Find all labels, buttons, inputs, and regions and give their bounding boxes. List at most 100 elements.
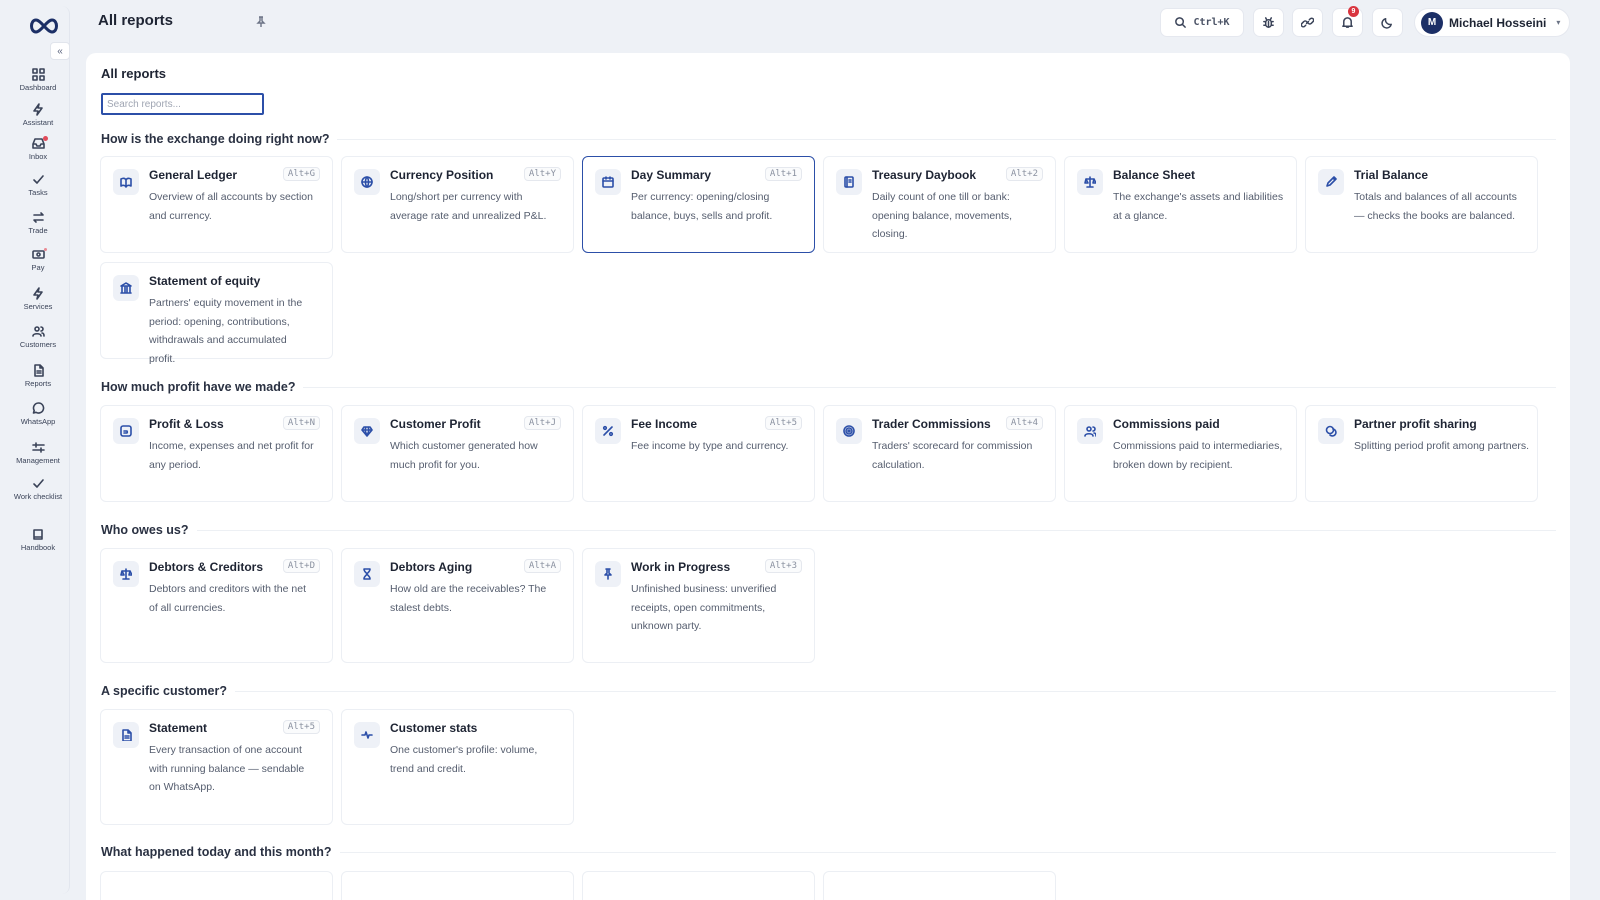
- target-icon: [836, 418, 862, 444]
- divider: [303, 386, 1556, 388]
- file-icon: [33, 364, 44, 377]
- reports-panel: All reports How is the exchange doing ri…: [86, 53, 1570, 900]
- swap-icon: [32, 212, 44, 223]
- sidebar-item-whatsapp[interactable]: WhatsApp: [6, 402, 70, 426]
- report-title: Debtors Aging: [390, 560, 473, 574]
- section-title: What happened today and this month?: [101, 845, 332, 859]
- sidebar-item-assistant[interactable]: Assistant: [6, 103, 70, 127]
- chevron-down-icon: ▾: [1556, 18, 1561, 27]
- keyboard-shortcut: Alt+A: [523, 559, 561, 573]
- report-card-statement-of-equity[interactable]: Statement of equity Partners' equity move…: [100, 262, 333, 365]
- report-card-debtors-creditors[interactable]: Debtors & Creditors Debtors and creditors…: [100, 548, 333, 663]
- report-description: The exchange's assets and liabilities at…: [1113, 191, 1284, 222]
- sidebar-item-label: Trade: [28, 226, 48, 235]
- keyboard-shortcut: Alt+N: [282, 416, 320, 430]
- report-description: One customer's profile: volume, trend an…: [390, 744, 538, 775]
- report-card-balance-sheet[interactable]: Balance Sheet The exchange's assets and l…: [1064, 156, 1297, 253]
- report-description: Income, expenses and net profit for any …: [149, 440, 314, 471]
- pulse-icon: [354, 722, 380, 748]
- report-description: Debtors and creditors with the net of al…: [149, 583, 306, 614]
- calendar-icon: [595, 169, 621, 195]
- collapse-sidebar-button[interactable]: «: [50, 42, 70, 60]
- report-description: Partners' equity movement in the period:…: [149, 297, 303, 365]
- report-description: Every transaction of one account with ru…: [149, 744, 305, 793]
- sidebar-item-tasks[interactable]: Tasks: [6, 173, 70, 197]
- moon-icon: [1381, 18, 1392, 29]
- divider: [234, 690, 1556, 692]
- user-menu-button[interactable]: M Michael Hosseini ▾: [1414, 8, 1570, 37]
- report-description: Splitting period profit among partners.: [1354, 440, 1530, 452]
- report-card-currency-position[interactable]: Currency Position Long/short per currency…: [341, 156, 574, 253]
- sliders-icon: [31, 442, 45, 453]
- report-title: Statement of equity: [149, 274, 261, 288]
- report-card-partner-profit-sharing[interactable]: Partner profit sharing Splitting period p…: [1305, 405, 1538, 502]
- global-search-button[interactable]: Ctrl+K: [1160, 8, 1244, 37]
- cash-icon: [31, 250, 45, 259]
- report-card-partial[interactable]: [823, 871, 1056, 900]
- report-card-profit-loss[interactable]: Profit & Loss Income, expenses and net pr…: [100, 405, 333, 502]
- report-description: Per currency: opening/closing balance, b…: [631, 191, 773, 222]
- section-heading: How is the exchange doing right now?: [101, 131, 1556, 147]
- link-button[interactable]: [1292, 8, 1323, 37]
- sidebar-item-label: Tasks: [28, 188, 48, 197]
- search-reports-input[interactable]: [101, 93, 264, 115]
- report-card-partial[interactable]: [341, 871, 574, 900]
- sidebar-item-label: Customers: [19, 340, 57, 349]
- report-description: How old are the receivables? The stalest…: [390, 583, 547, 614]
- sidebar-item-handbook[interactable]: Handbook: [6, 528, 70, 552]
- report-card-fee-income[interactable]: Fee Income Fee income by type and currenc…: [582, 405, 815, 502]
- percent-icon: [595, 418, 621, 444]
- sidebar-item-customers[interactable]: Customers: [6, 325, 70, 349]
- infinity-logo-icon[interactable]: [28, 16, 60, 36]
- sidebar-item-dashboard[interactable]: Dashboard: [6, 68, 70, 92]
- pin-icon: [595, 561, 621, 587]
- report-description: Commissions paid to intermediaries, brok…: [1113, 440, 1283, 471]
- sidebar-item-label: WhatsApp: [20, 417, 56, 426]
- report-card-statement[interactable]: Statement Every transaction of one accoun…: [100, 709, 333, 825]
- report-card-customer-stats[interactable]: Customer stats One customer's profile: vo…: [341, 709, 574, 825]
- ledger-icon: [836, 169, 862, 195]
- report-title: Day Summary: [631, 168, 712, 182]
- report-card-work-in-progress[interactable]: Work in Progress Unfinished business: unv…: [582, 548, 815, 663]
- debug-button[interactable]: [1253, 8, 1284, 37]
- page-title: All reports: [98, 12, 174, 29]
- report-card-trial-balance[interactable]: Trial Balance Totals and balances of all …: [1305, 156, 1538, 253]
- report-icon: [113, 418, 139, 444]
- report-card-treasury-daybook[interactable]: Treasury Daybook Daily count of one till …: [823, 156, 1056, 253]
- sidebar-item-services[interactable]: Services: [6, 287, 70, 311]
- sidebar-item-management[interactable]: Management: [6, 441, 70, 465]
- section-heading: Who owes us?: [101, 522, 1556, 538]
- users-icon: [31, 326, 45, 337]
- keyboard-shortcut: Alt+1: [764, 167, 802, 181]
- report-description: Long/short per currency with average rat…: [390, 191, 547, 222]
- pin-icon[interactable]: [256, 15, 266, 27]
- sidebar-item-work-checklist[interactable]: Work checklist: [6, 477, 70, 501]
- sidebar-item-reports[interactable]: Reports: [6, 364, 70, 388]
- sidebar-item-inbox[interactable]: Inbox: [6, 136, 70, 161]
- report-card-day-summary[interactable]: Day Summary Per currency: opening/closing…: [582, 156, 815, 253]
- report-card-partial[interactable]: [582, 871, 815, 900]
- sidebar-item-label: Dashboard: [19, 83, 57, 92]
- report-card-trader-commissions[interactable]: Trader Commissions Traders' scorecard for…: [823, 405, 1056, 502]
- notifications-button[interactable]: 9: [1332, 6, 1363, 37]
- report-description: Unfinished business: unverified receipts…: [631, 583, 777, 632]
- chat-icon: [32, 402, 44, 414]
- report-card-general-ledger[interactable]: General Ledger Overview of all accounts b…: [100, 156, 333, 253]
- report-title: Customer Profit: [390, 417, 481, 431]
- sidebar-item-pay[interactable]: Pay: [6, 248, 70, 272]
- report-card-commissions-paid[interactable]: Commissions paid Commissions paid to inte…: [1064, 405, 1297, 502]
- sidebar-item-label: Handbook: [20, 543, 56, 552]
- sidebar-item-label: Assistant: [22, 118, 54, 127]
- coins-icon: [1318, 418, 1344, 444]
- sidebar-item-label: Inbox: [28, 152, 48, 161]
- sidebar-item-trade[interactable]: Trade: [6, 211, 70, 235]
- section-heading: How much profit have we made?: [101, 379, 1556, 395]
- sidebar-item-label: Management: [16, 456, 60, 465]
- report-card-partial[interactable]: [100, 871, 333, 900]
- report-description: Traders' scorecard for commission calcul…: [872, 440, 1033, 471]
- report-card-debtors-aging[interactable]: Debtors Aging How old are the receivables…: [341, 548, 574, 663]
- pencil-icon: [1318, 169, 1344, 195]
- report-card-customer-profit[interactable]: Customer Profit Which customer generated …: [341, 405, 574, 502]
- theme-toggle-button[interactable]: [1372, 8, 1403, 37]
- report-title: Statement: [149, 721, 208, 735]
